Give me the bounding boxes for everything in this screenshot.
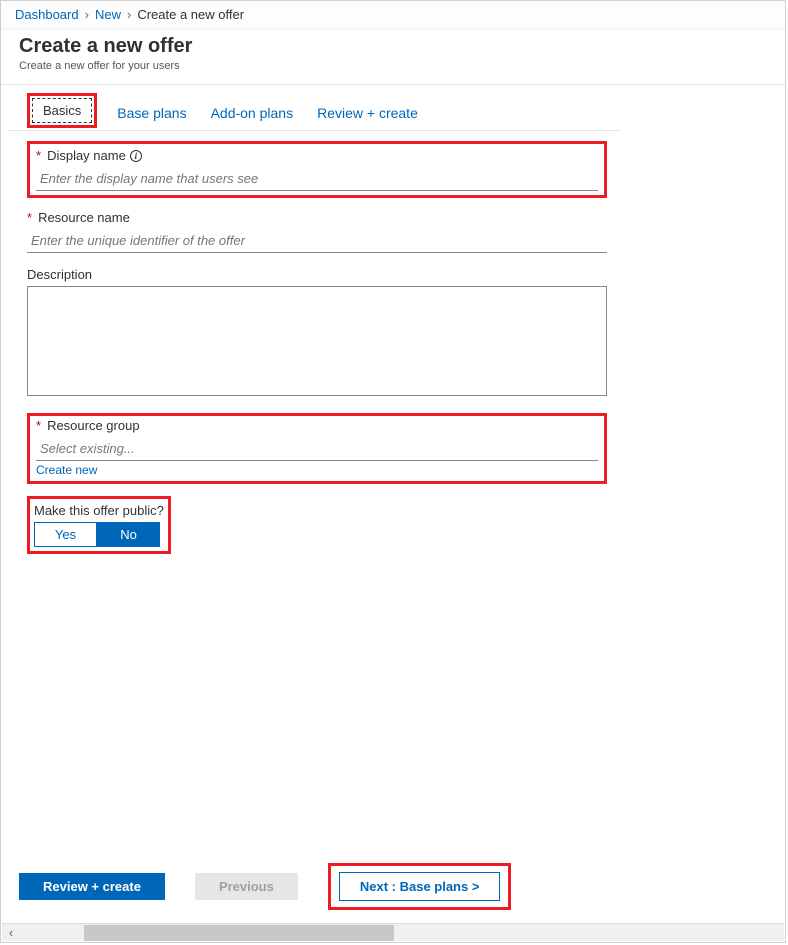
make-public-toggle: Yes No — [34, 522, 164, 547]
page-header: Create a new offer Create a new offer fo… — [1, 29, 785, 80]
resource-name-label: * Resource name — [27, 210, 607, 225]
highlight-box: * Resource group Create new — [27, 413, 607, 484]
chevron-right-icon: › — [85, 7, 89, 22]
scroll-left-icon[interactable]: ‹ — [2, 924, 20, 942]
resource-group-label: * Resource group — [36, 418, 598, 433]
breadcrumb: Dashboard › New › Create a new offer — [1, 1, 785, 29]
highlight-box: Make this offer public? Yes No — [27, 496, 171, 554]
description-label: Description — [27, 267, 607, 282]
toggle-yes[interactable]: Yes — [34, 522, 97, 547]
required-indicator: * — [27, 210, 32, 225]
tab-addon-plans[interactable]: Add-on plans — [207, 101, 298, 129]
toggle-no[interactable]: No — [97, 522, 160, 547]
required-indicator: * — [36, 418, 41, 433]
previous-button: Previous — [195, 873, 298, 900]
tab-review-create[interactable]: Review + create — [313, 101, 422, 129]
tab-basics[interactable]: Basics — [32, 98, 92, 123]
page-title: Create a new offer — [19, 35, 771, 58]
resource-name-input[interactable] — [27, 229, 607, 253]
highlight-box: * Display name i — [27, 141, 607, 198]
breadcrumb-current: Create a new offer — [137, 7, 244, 22]
tab-base-plans[interactable]: Base plans — [113, 101, 190, 129]
scrollbar-thumb[interactable] — [84, 925, 394, 941]
breadcrumb-new[interactable]: New — [95, 7, 121, 22]
resource-group-select[interactable] — [36, 437, 598, 461]
highlight-box: Basics — [27, 93, 97, 128]
scrollbar-track[interactable] — [20, 924, 784, 942]
resource-name-field: * Resource name — [27, 210, 607, 253]
tab-bar: Basics Base plans Add-on plans Review + … — [9, 85, 621, 131]
footer-actions: Review + create Previous Next : Base pla… — [19, 863, 511, 910]
horizontal-scrollbar[interactable]: ‹ — [2, 923, 784, 941]
required-indicator: * — [36, 148, 41, 163]
page-subtitle: Create a new offer for your users — [19, 60, 771, 72]
description-input[interactable] — [27, 286, 607, 396]
display-name-label: * Display name i — [36, 148, 598, 163]
chevron-right-icon: › — [127, 7, 131, 22]
description-field: Description — [27, 267, 607, 399]
display-name-input[interactable] — [36, 167, 598, 191]
review-create-button[interactable]: Review + create — [19, 873, 165, 900]
breadcrumb-dashboard[interactable]: Dashboard — [15, 7, 79, 22]
info-icon[interactable]: i — [130, 150, 142, 162]
make-public-label: Make this offer public? — [34, 503, 164, 518]
next-button[interactable]: Next : Base plans > — [339, 872, 501, 901]
highlight-box: Next : Base plans > — [328, 863, 512, 910]
create-new-link[interactable]: Create new — [36, 463, 97, 477]
